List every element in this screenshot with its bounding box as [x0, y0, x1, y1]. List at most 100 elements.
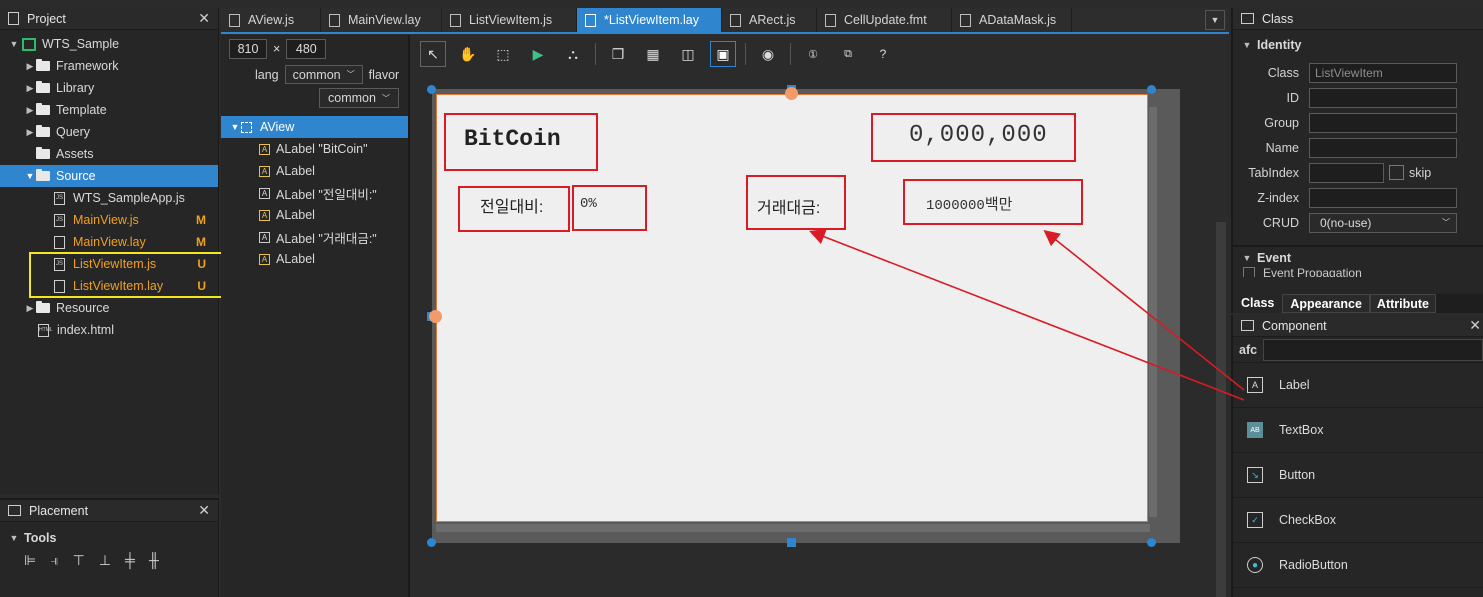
- label-prev-title[interactable]: 전일대비:: [480, 193, 543, 217]
- tree-item-framework[interactable]: ▶ Framework: [0, 55, 218, 77]
- close-icon[interactable]: ✕: [198, 10, 210, 27]
- align-bottom-icon[interactable]: ⊥: [99, 552, 111, 569]
- chevron-down-icon[interactable]: ▼: [8, 533, 20, 543]
- snap-button[interactable]: ▣: [710, 41, 736, 67]
- flavor-select[interactable]: common ﹀: [319, 88, 399, 108]
- identity-section[interactable]: ▼ Identity: [1233, 34, 1483, 56]
- outline-item[interactable]: A ALabel: [221, 248, 408, 270]
- outline-item[interactable]: A ALabel "BitCoin": [221, 138, 408, 160]
- help-button[interactable]: ?: [870, 41, 896, 67]
- tree-item-file[interactable]: JS WTS_SampleApp.js: [0, 187, 218, 209]
- event-section[interactable]: ▼ Event: [1233, 245, 1483, 267]
- close-icon[interactable]: ✕: [1469, 317, 1481, 334]
- tree-item-template[interactable]: ▶ Template: [0, 99, 218, 121]
- label-prev-value[interactable]: 0%: [580, 196, 597, 212]
- resize-handle[interactable]: [427, 85, 436, 94]
- tree-item-index[interactable]: HTML index.html: [0, 319, 218, 341]
- fit-button[interactable]: ⧉: [835, 41, 861, 67]
- outline-root[interactable]: ▼ AView: [221, 116, 408, 138]
- component-item-button[interactable]: ↘ Button: [1233, 453, 1483, 498]
- resize-handle[interactable]: [787, 538, 796, 547]
- zindex-field[interactable]: [1309, 187, 1457, 208]
- anchor-handle[interactable]: [785, 87, 798, 100]
- tab-attribute[interactable]: Attribute: [1369, 294, 1436, 313]
- chevron-right-icon[interactable]: ▶: [24, 303, 36, 314]
- marquee-tool-button[interactable]: ⬚: [490, 41, 516, 67]
- tab-adatamask-js[interactable]: ADataMask.js: [952, 8, 1072, 32]
- tab-cellupdate-fmt[interactable]: CellUpdate.fmt: [817, 8, 952, 32]
- canvas-scrollbar[interactable]: [1149, 107, 1157, 517]
- align-top-icon[interactable]: ⊤: [73, 552, 85, 569]
- chevron-down-icon[interactable]: ▼: [229, 122, 241, 132]
- tabindex-field[interactable]: [1309, 162, 1384, 183]
- layout-canvas[interactable]: BitCoin 0,000,000 전일대비: 0% 거래대금: 1000000…: [436, 94, 1148, 522]
- chevron-down-icon[interactable]: ▼: [1241, 40, 1253, 50]
- tree-item-source[interactable]: ▼ Source: [0, 165, 218, 187]
- height-input[interactable]: 480: [286, 39, 327, 59]
- tab-class[interactable]: Class: [1233, 294, 1283, 313]
- tree-item-query[interactable]: ▶ Query: [0, 121, 218, 143]
- outline-item[interactable]: A ALabel: [221, 204, 408, 226]
- component-item-checkbox[interactable]: ✓ CheckBox: [1233, 498, 1483, 543]
- tab-listviewitem-lay[interactable]: *ListViewItem.lay: [577, 8, 722, 32]
- group-field[interactable]: [1309, 112, 1457, 133]
- run-button[interactable]: ▶: [525, 41, 551, 67]
- resize-handle[interactable]: [1147, 538, 1156, 547]
- layout-button[interactable]: ◫: [675, 41, 701, 67]
- preview-eye-icon[interactable]: ◉: [755, 41, 781, 67]
- component-item-radiobutton[interactable]: ● RadioButton: [1233, 543, 1483, 588]
- anchor-handle[interactable]: [429, 310, 442, 323]
- tab-overflow-button[interactable]: ▼: [1205, 10, 1225, 30]
- tools-section[interactable]: ▼ Tools: [0, 527, 218, 549]
- align-left-icon[interactable]: ⊫: [24, 552, 36, 569]
- label-volume-value[interactable]: 1000000백만: [926, 193, 1012, 214]
- skip-checkbox[interactable]: [1389, 165, 1404, 180]
- chevron-right-icon[interactable]: ▶: [24, 61, 36, 72]
- chevron-right-icon[interactable]: ▶: [24, 83, 36, 94]
- align-center-v-icon[interactable]: ╫: [149, 552, 159, 569]
- event-propagation-checkbox[interactable]: [1243, 267, 1255, 277]
- chevron-down-icon[interactable]: ▼: [24, 171, 36, 181]
- tree-item-file[interactable]: MainView.lay M: [0, 231, 218, 253]
- grid-button[interactable]: ▦: [640, 41, 666, 67]
- chevron-right-icon[interactable]: ▶: [24, 105, 36, 116]
- align-center-h-icon[interactable]: ╪: [125, 552, 135, 569]
- tab-listviewitem-js[interactable]: ListViewItem.js: [442, 8, 577, 32]
- tree-item-assets[interactable]: Assets: [0, 143, 218, 165]
- tab-aview-js[interactable]: AView.js: [221, 8, 321, 32]
- tree-item-resource[interactable]: ▶ Resource: [0, 297, 218, 319]
- resize-handle[interactable]: [427, 538, 436, 547]
- crud-select[interactable]: 0(no-use) ﹀: [1309, 212, 1457, 233]
- name-field[interactable]: [1309, 137, 1457, 158]
- outline-item[interactable]: A ALabel "거래대금:": [221, 226, 408, 248]
- editor-vscrollbar[interactable]: [1216, 222, 1226, 597]
- chevron-down-icon[interactable]: ▼: [8, 39, 20, 49]
- component-item-label[interactable]: A Label: [1233, 363, 1483, 408]
- close-icon[interactable]: ✕: [198, 502, 210, 519]
- tab-mainview-lay[interactable]: MainView.lay: [321, 8, 442, 32]
- label-title[interactable]: BitCoin: [464, 126, 561, 152]
- component-search-input[interactable]: [1263, 338, 1483, 361]
- component-item-textbox[interactable]: AB TextBox: [1233, 408, 1483, 453]
- outline-item[interactable]: A ALabel: [221, 160, 408, 182]
- chevron-right-icon[interactable]: ▶: [24, 127, 36, 138]
- select-tool-button[interactable]: ↖: [420, 41, 446, 67]
- canvas-hscrollbar[interactable]: [436, 524, 1150, 532]
- id-field[interactable]: [1309, 87, 1457, 108]
- tab-appearance[interactable]: Appearance: [1282, 294, 1370, 313]
- width-input[interactable]: 810: [229, 39, 267, 59]
- lang-select[interactable]: common ﹀: [284, 65, 363, 84]
- label-price[interactable]: 0,000,000: [909, 122, 1048, 149]
- tree-item-file[interactable]: JS MainView.js M: [0, 209, 218, 231]
- project-root[interactable]: ▼ WTS_Sample: [0, 33, 218, 55]
- resize-handle[interactable]: [1147, 85, 1156, 94]
- class-field[interactable]: ListViewItem: [1309, 62, 1457, 83]
- outline-item[interactable]: A ALabel "전일대비:": [221, 182, 408, 204]
- tree-item-library[interactable]: ▶ Library: [0, 77, 218, 99]
- chevron-down-icon[interactable]: ▼: [1241, 253, 1253, 263]
- align-right-icon[interactable]: ⫣: [50, 552, 58, 569]
- components-button[interactable]: ⛬: [560, 41, 586, 67]
- one-to-one-button[interactable]: ①: [800, 41, 826, 67]
- label-volume-title[interactable]: 거래대금:: [757, 194, 820, 218]
- tab-arect-js[interactable]: ARect.js: [722, 8, 817, 32]
